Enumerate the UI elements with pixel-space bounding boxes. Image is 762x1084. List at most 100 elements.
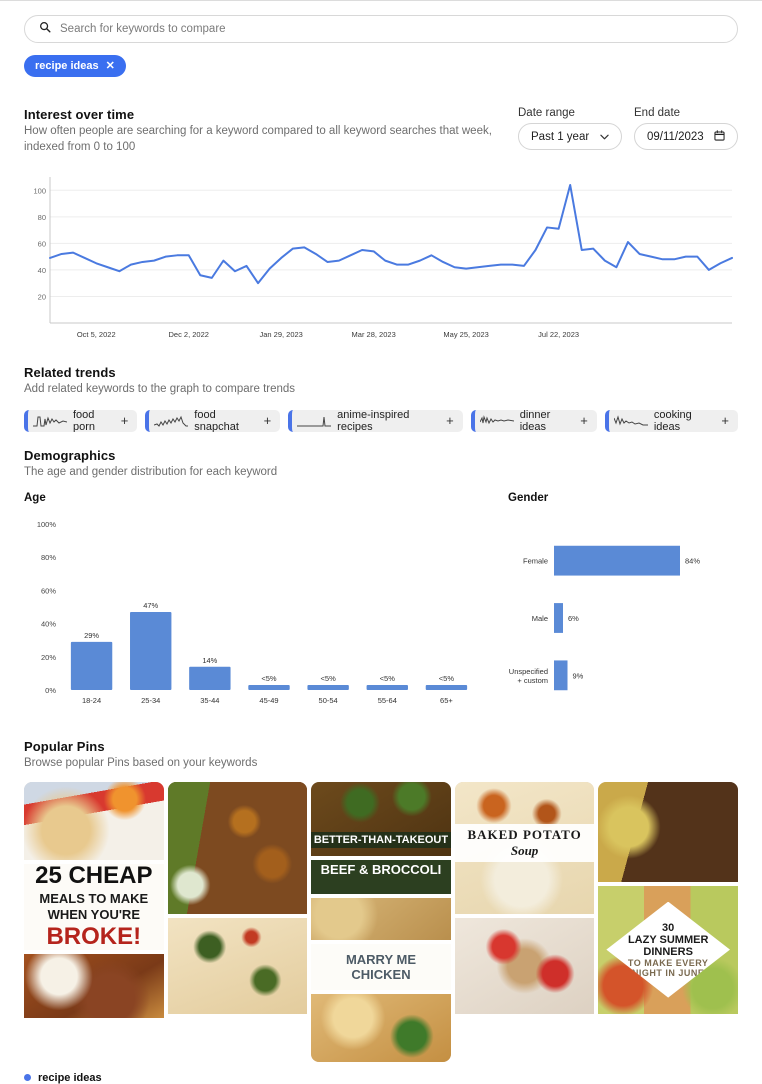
x-axis-category-label: 25-34: [141, 696, 160, 705]
age-chart-svg: 0% 20% 40% 60% 80% 100% 29% 18-24 47% 25-34 14% 35-…: [37, 520, 468, 705]
pin-caption-line: BEEF & BROCCOLI: [320, 861, 442, 877]
related-trend-chip-label: dinner ideas: [519, 409, 551, 432]
pin-caption-line: MARRY ME: [345, 951, 417, 967]
pin-image[interactable]: [311, 897, 451, 940]
bar-value-label: 29%: [84, 631, 99, 640]
keyword-chip-recipe-ideas[interactable]: recipe ideas ✕: [24, 55, 126, 77]
date-range-control: Date range Past 1 year: [518, 107, 622, 150]
pin-column: 25 CHEAP MEALS TO MAKE WHEN YOU'RE BROKE…: [24, 781, 164, 1062]
pin-column: 30 LAZY SUMMER DINNERS TO MAKE EVERY NIG…: [598, 781, 738, 1062]
pin-image[interactable]: [24, 953, 164, 1018]
pin-image[interactable]: BETTER-THAN-TAKEOUT: [311, 781, 451, 856]
interest-over-time-chart: 20 40 60 80 100 Oct 5, 2022 Dec 2, 2022 Jan 29,…: [24, 171, 738, 351]
add-keyword-button[interactable]: +: [121, 414, 129, 427]
pin-image[interactable]: [311, 993, 451, 1062]
search-input[interactable]: [58, 22, 723, 36]
bar-value-label: <5%: [439, 674, 455, 683]
x-axis-tick-label: Oct 5, 2022: [77, 330, 116, 339]
sparkline-icon: [479, 414, 514, 424]
pin-image[interactable]: MARRY ME CHICKEN: [311, 943, 451, 990]
add-keyword-button[interactable]: +: [721, 414, 729, 427]
pin-image[interactable]: 30 LAZY SUMMER DINNERS TO MAKE EVERY NIG…: [598, 885, 738, 1014]
bar-value-label: 6%: [568, 614, 579, 623]
related-trend-chip[interactable]: anime-inspired recipes +: [288, 409, 463, 432]
popular-pins-header: Popular Pins Browse popular Pins based o…: [24, 739, 738, 772]
pin-caption-line: BAKED POTATO: [467, 826, 582, 842]
add-keyword-button[interactable]: +: [264, 414, 272, 427]
y-axis-tick-label: 60%: [41, 586, 56, 595]
pin-image[interactable]: [167, 781, 308, 914]
keyword-chip-label: recipe ideas: [35, 60, 99, 72]
bar-value-label: 84%: [685, 557, 700, 566]
pin-caption-line: LAZY SUMMER: [627, 933, 709, 946]
age-chart-title: Age: [24, 492, 46, 505]
y-axis-tick-label: 0%: [45, 686, 56, 695]
bar-value-label: 47%: [143, 601, 158, 610]
age-chart-column: Age 0% 20% 40% 60% 80% 100% 29% 18-24 47% 25-34 14…: [24, 492, 488, 719]
date-range-select[interactable]: Past 1 year: [518, 123, 622, 150]
y-axis-tick-label: 20%: [41, 653, 56, 662]
pin-image[interactable]: BAKED POTATO Soup: [454, 781, 595, 914]
related-trend-chip-label: anime-inspired recipes: [337, 409, 410, 432]
pin-image[interactable]: [24, 781, 164, 860]
y-axis-tick-label: 100: [33, 186, 46, 195]
related-trend-chip[interactable]: food snapchat +: [145, 409, 281, 432]
pin-image[interactable]: [598, 781, 738, 882]
demographics-title: Demographics: [24, 447, 116, 463]
end-date-label: End date: [634, 107, 681, 119]
pin-caption-line: 25 CHEAP: [35, 863, 153, 890]
page-title: Interest over time: [24, 107, 135, 122]
pin-caption-line: WHEN YOU'RE: [47, 907, 140, 923]
y-axis-tick-label: 80: [38, 213, 46, 222]
y-axis-tick-label: 60: [38, 239, 46, 248]
add-keyword-button[interactable]: +: [446, 414, 454, 427]
end-date-input[interactable]: 09/11/2023: [634, 123, 738, 150]
bar-value-label: <5%: [321, 674, 337, 683]
end-date-control: End date 09/11/2023: [634, 107, 738, 150]
y-axis-tick-label: 40: [38, 266, 46, 275]
bar-value-label: 14%: [202, 656, 217, 665]
gender-chart-svg: 84% Female 6% Male 9% Unspecified+ custom: [509, 545, 700, 691]
related-trend-chip-label: cooking ideas: [653, 409, 692, 432]
related-trend-chip[interactable]: cooking ideas +: [604, 409, 738, 432]
related-trend-chip-label: food porn: [73, 409, 96, 432]
chart-legend: recipe ideas: [24, 1072, 738, 1084]
calendar-icon[interactable]: [714, 129, 725, 144]
pin-image[interactable]: BEEF & BROCCOLI: [311, 859, 451, 894]
pin-caption-line: Soup: [510, 842, 539, 858]
related-trend-chip[interactable]: food porn +: [24, 409, 138, 432]
close-icon[interactable]: ✕: [106, 60, 115, 72]
pin-image[interactable]: [167, 917, 308, 1014]
pin-image[interactable]: 25 CHEAP MEALS TO MAKE WHEN YOU'RE BROKE…: [24, 863, 164, 950]
interest-over-time-subtitle: How often people are searching for a key…: [24, 125, 492, 153]
bar-value-label: 9%: [573, 671, 584, 680]
legend-color-dot: [24, 1074, 31, 1082]
demographics-header: Demographics The age and gender distribu…: [24, 448, 738, 481]
popular-pins-grid: 25 CHEAP MEALS TO MAKE WHEN YOU'RE BROKE…: [24, 781, 738, 1062]
line-series-recipe-ideas: [49, 183, 733, 285]
pin-caption-line: DINNERS: [643, 945, 693, 958]
demographics-body: Age 0% 20% 40% 60% 80% 100% 29% 18-24 47% 25-34 14…: [24, 492, 738, 719]
x-axis-category-label: 50-54: [319, 696, 338, 705]
related-trend-chip-label: food snapchat: [194, 409, 239, 432]
sparkline-icon: [613, 414, 648, 426]
search-box[interactable]: [24, 15, 738, 43]
x-axis-category-label: 45-49: [259, 696, 278, 705]
gender-chart-title: Gender: [508, 492, 549, 505]
x-axis-tick-label: Mar 28, 2023: [352, 330, 396, 339]
x-axis-tick-label: Jan 29, 2023: [259, 330, 302, 339]
x-axis-category-label: 65+: [440, 696, 453, 705]
search-row: [24, 1, 738, 43]
add-keyword-button[interactable]: +: [580, 414, 588, 427]
bar: [70, 641, 113, 691]
trends-page: recipe ideas ✕ Interest over time How of…: [0, 1, 762, 1084]
related-trend-chip[interactable]: dinner ideas +: [470, 409, 597, 432]
pin-image[interactable]: [454, 917, 595, 1014]
sparkline-icon: [297, 416, 332, 427]
bar: [248, 685, 290, 691]
sparkline-icon: [154, 415, 189, 427]
pin-caption-line: BETTER-THAN-TAKEOUT: [313, 833, 449, 846]
chevron-down-icon: [600, 131, 609, 143]
x-axis-tick-label: May 25, 2023: [443, 330, 488, 339]
keyword-chips: recipe ideas ✕: [24, 55, 738, 77]
